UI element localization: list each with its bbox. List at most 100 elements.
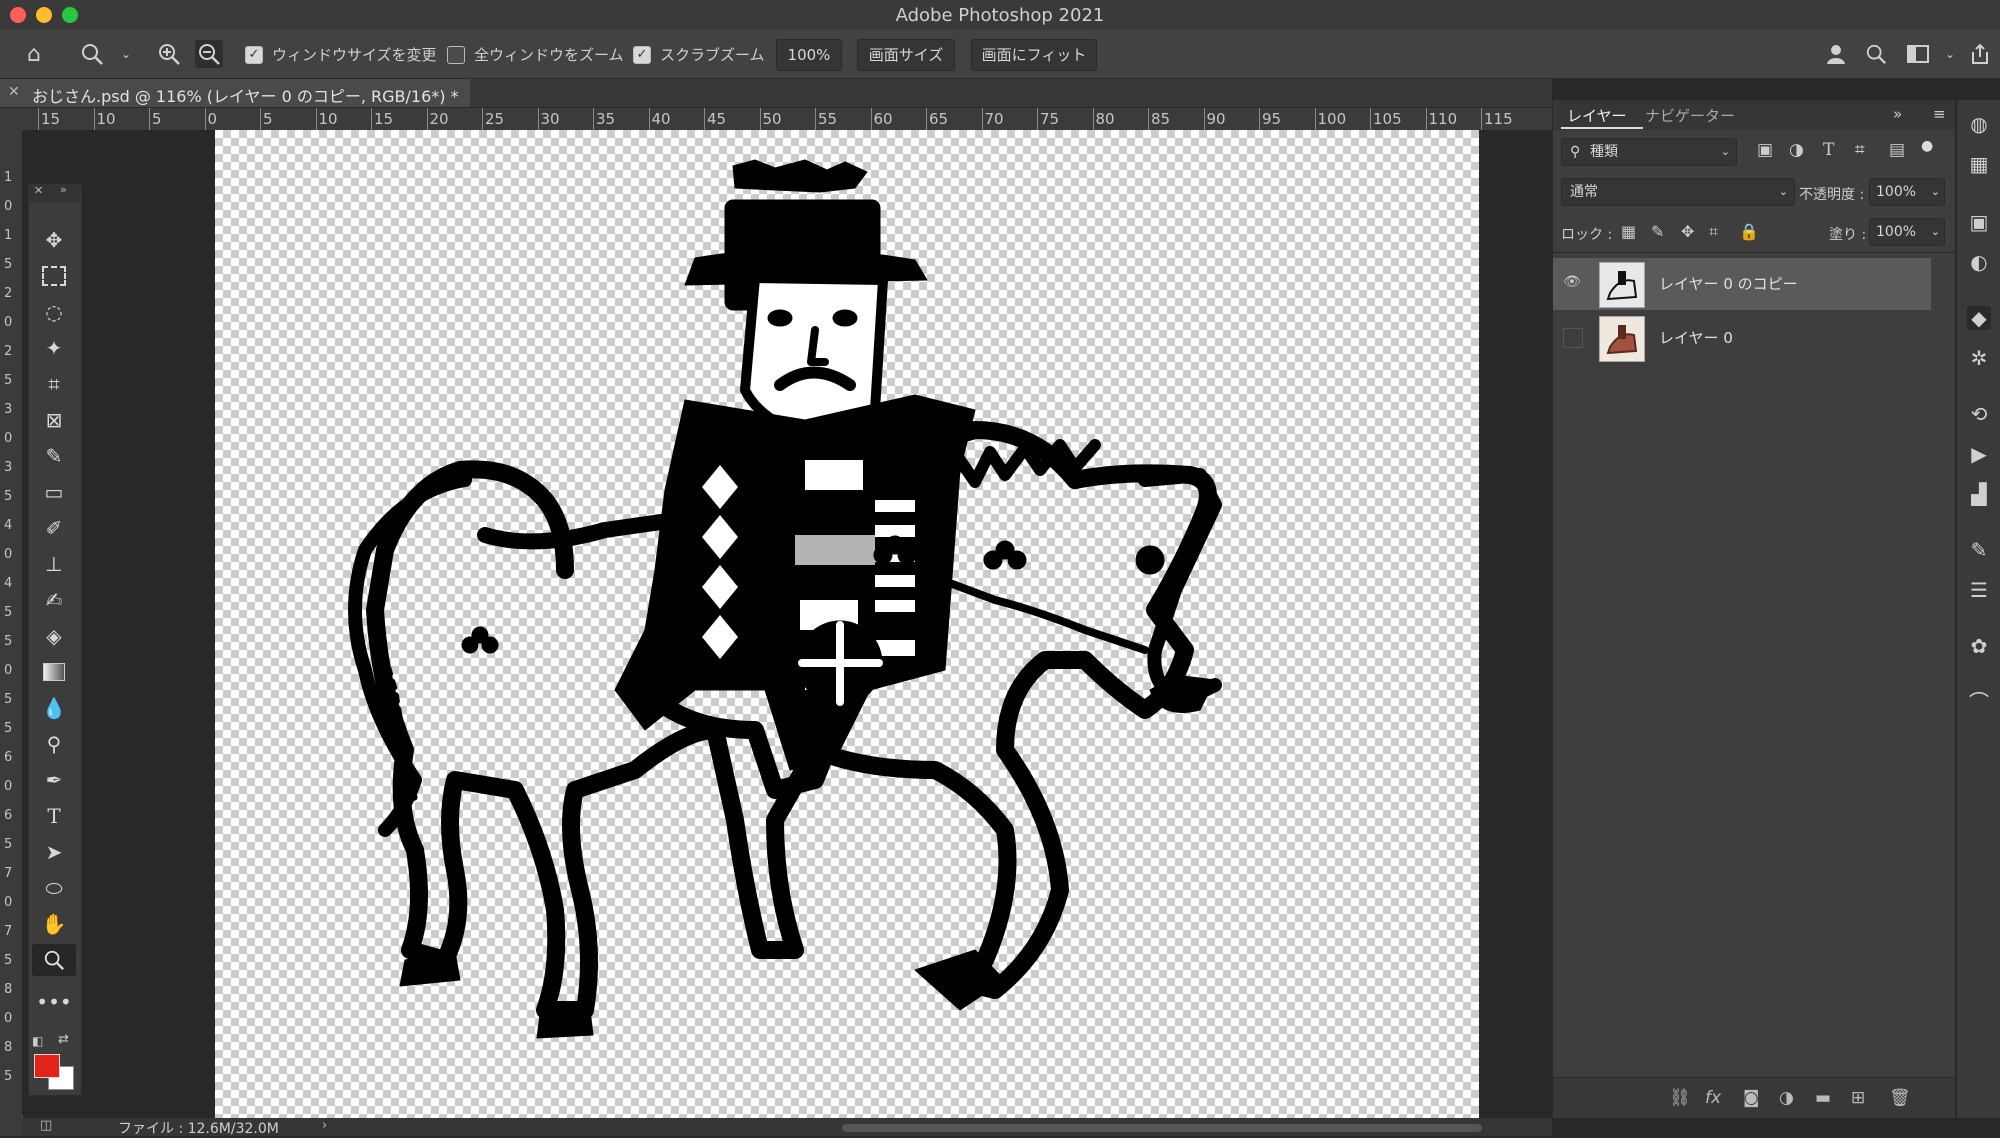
zoom-all-windows-checkbox[interactable]	[447, 46, 465, 64]
fit-screen-button[interactable]: 画面サイズ	[857, 39, 955, 71]
ruler-tick-mark	[704, 108, 705, 130]
magic-wand-tool-icon[interactable]: ✦	[32, 332, 76, 364]
adjustments-icon[interactable]: ◐	[1967, 250, 1991, 274]
new-layer-icon[interactable]: ⊞	[1851, 1088, 1865, 1108]
layer-row[interactable]: レイヤー 0	[1553, 312, 1931, 364]
blend-mode-select[interactable]: 通常 ⌄	[1561, 178, 1795, 206]
ruler-tick-label: 5	[4, 489, 13, 504]
filter-type-icon[interactable]: T	[1823, 140, 1834, 160]
lock-image-icon[interactable]: ✎	[1651, 222, 1664, 241]
swatches-grid-icon[interactable]: ▦	[1967, 152, 1991, 176]
document-canvas[interactable]	[215, 130, 1479, 1120]
horizontal-ruler[interactable]: 15 10 5 0 5 10 15 20 25 30 35 40 45 50 55 60 65 70 75 80 85 9…	[24, 108, 1552, 131]
cloud-user-icon[interactable]	[1823, 40, 1851, 68]
panel-menu-icon[interactable]: ≡	[1933, 105, 1946, 123]
ellipse-tool-icon[interactable]: ⬭	[32, 872, 76, 904]
chevron-down-icon: ⌄	[1720, 145, 1730, 158]
workspace-chevron-down-icon[interactable]: ⌄	[1936, 40, 1964, 68]
ruler-tick-label: 6	[4, 808, 13, 823]
gradient-tool-icon[interactable]	[32, 656, 76, 688]
libraries-icon[interactable]: ▣	[1967, 210, 1991, 234]
layer-style-fx-icon[interactable]: fx	[1705, 1088, 1721, 1108]
horizontal-scrollbar[interactable]	[842, 1124, 1482, 1132]
eraser-tool-icon[interactable]: ◈	[32, 620, 76, 652]
fill-screen-button[interactable]: 画面にフィット	[971, 39, 1097, 71]
new-group-icon[interactable]: ▬	[1815, 1088, 1831, 1108]
link-layers-icon[interactable]: ⛓	[1669, 1088, 1691, 1108]
home-icon[interactable]: ⌂	[20, 40, 48, 68]
histogram-icon[interactable]: ▟	[1967, 482, 1991, 506]
lock-artboard-icon[interactable]: ⌗	[1709, 222, 1718, 242]
filter-toggle-icon[interactable]: ●	[1921, 138, 1933, 154]
document-tab[interactable]: ✕ おじさん.psd @ 116% (レイヤー 0 のコピー, RGB/16*)…	[0, 79, 470, 107]
move-tool-icon[interactable]: ✥	[32, 224, 76, 256]
stamp-tool-icon[interactable]: ⊥	[32, 548, 76, 580]
foreground-color-swatch[interactable]	[34, 1054, 60, 1078]
healing-brush-tool-icon[interactable]: ▭	[32, 476, 76, 508]
zoom-in-icon[interactable]	[155, 40, 183, 68]
paths-icon[interactable]: ⌒	[1967, 690, 1991, 714]
crop-tool-icon[interactable]: ⌗	[32, 368, 76, 400]
history-icon[interactable]: ⟲	[1967, 402, 1991, 426]
properties-sliders-icon[interactable]: ☰	[1967, 578, 1991, 602]
filter-adjustment-icon[interactable]: ◑	[1789, 140, 1804, 160]
chevron-down-icon[interactable]: ⌄	[112, 40, 140, 68]
share-icon[interactable]	[1966, 40, 1994, 68]
collapse-panels-icon[interactable]: »	[1893, 105, 1902, 123]
eyedropper-tool-icon[interactable]: ✎	[32, 440, 76, 472]
scrubby-zoom-checkbox[interactable]: ✓	[633, 46, 651, 64]
filter-shape-icon[interactable]: ⌗	[1855, 140, 1865, 160]
hand-tool-icon[interactable]: ✋	[32, 908, 76, 940]
ruler-tick-label: 3	[4, 460, 13, 475]
status-menu-chevron-icon[interactable]: ›	[322, 1118, 327, 1133]
lasso-tool-icon[interactable]: ◌	[32, 296, 76, 328]
close-tab-icon[interactable]: ✕	[8, 84, 20, 100]
zoom-tool-preset-icon[interactable]	[78, 40, 106, 68]
layers-stack-icon[interactable]: ◆	[1967, 306, 1991, 330]
vertical-ruler[interactable]: 1 0 1 5 2 0 2 5 3 0 3 5 4 0 4 5 5 0 5 5 6 0 6 5 7 0 7 5 8 0 8 5	[0, 130, 23, 1136]
opacity-input[interactable]: 100% ⌄	[1869, 178, 1945, 206]
filter-pixel-icon[interactable]: ▣	[1757, 140, 1773, 160]
type-tool-icon[interactable]: T	[32, 800, 76, 832]
marquee-tool-icon[interactable]	[32, 260, 76, 292]
color-icon[interactable]: ✿	[1967, 634, 1991, 658]
layer-thumbnail	[1599, 262, 1645, 308]
path-selection-tool-icon[interactable]: ➤	[32, 836, 76, 868]
quick-mask-icon[interactable]: ◫	[40, 1118, 52, 1133]
frame-tool-icon[interactable]: ⊠	[32, 404, 76, 436]
brushes-icon[interactable]: ✎	[1967, 538, 1991, 562]
blur-tool-icon[interactable]: 💧	[32, 692, 76, 724]
zoom-out-icon[interactable]	[195, 40, 223, 68]
delete-layer-icon[interactable]: 🗑	[1889, 1088, 1911, 1108]
fill-input[interactable]: 100% ⌄	[1869, 218, 1945, 246]
3d-icon[interactable]: ◍	[1967, 112, 1991, 136]
search-icon[interactable]	[1862, 40, 1890, 68]
zoom-tool-icon[interactable]	[32, 944, 76, 976]
visibility-eye-icon[interactable]: 👁	[1563, 274, 1581, 292]
tab-navigator[interactable]: ナビゲーター	[1645, 105, 1735, 126]
layer-filter-kind-select[interactable]: ⚲ 種類 ⌄	[1561, 138, 1737, 166]
visibility-toggle-empty[interactable]	[1563, 328, 1583, 348]
actions-play-icon[interactable]: ▶	[1967, 442, 1991, 466]
channels-icon[interactable]: ✲	[1967, 346, 1991, 370]
chevron-down-icon: ⌄	[1930, 225, 1940, 238]
zoom-100-button[interactable]: 100%	[776, 39, 842, 71]
lock-all-icon[interactable]: 🔒	[1739, 222, 1759, 241]
resize-windows-checkbox[interactable]: ✓	[245, 46, 263, 64]
lock-transparent-icon[interactable]: ▦	[1621, 222, 1636, 241]
default-colors-icon[interactable]: ◧	[32, 1034, 43, 1048]
ruler-tick-label: 0	[4, 663, 13, 678]
swap-colors-icon[interactable]: ⇄	[58, 1032, 69, 1047]
history-brush-tool-icon[interactable]: ✍	[32, 584, 76, 616]
layer-row[interactable]: 👁 レイヤー 0 のコピー	[1553, 258, 1931, 310]
adjustment-layer-icon[interactable]: ◑	[1779, 1088, 1794, 1108]
brush-tool-icon[interactable]: ✐	[32, 512, 76, 544]
filter-smart-object-icon[interactable]: ▤	[1889, 140, 1905, 160]
lock-position-icon[interactable]: ✥	[1681, 222, 1694, 241]
dodge-tool-icon[interactable]: ⚲	[32, 728, 76, 760]
tab-layers[interactable]: レイヤー	[1567, 105, 1627, 126]
more-tools-icon[interactable]: •••	[32, 986, 76, 1018]
workspace-icon[interactable]	[1904, 40, 1932, 68]
add-mask-icon[interactable]: ◙	[1743, 1088, 1760, 1108]
pen-tool-icon[interactable]: ✒	[32, 764, 76, 796]
